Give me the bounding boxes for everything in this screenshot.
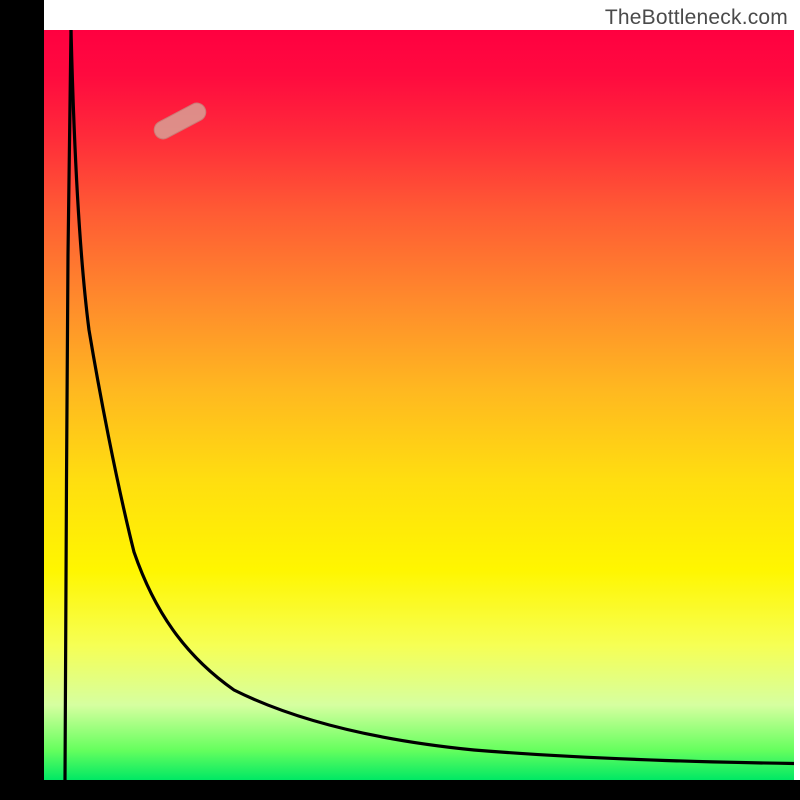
curve-left-branch xyxy=(65,30,71,780)
curve-right-branch xyxy=(71,30,794,764)
watermark-text: TheBottleneck.com xyxy=(605,6,788,30)
bottleneck-curve xyxy=(44,30,794,780)
highlight-marker xyxy=(151,100,209,142)
y-axis-bar xyxy=(0,0,44,780)
x-axis-bar xyxy=(0,780,800,800)
chart-canvas: TheBottleneck.com xyxy=(0,0,800,800)
plot-area xyxy=(44,30,794,780)
